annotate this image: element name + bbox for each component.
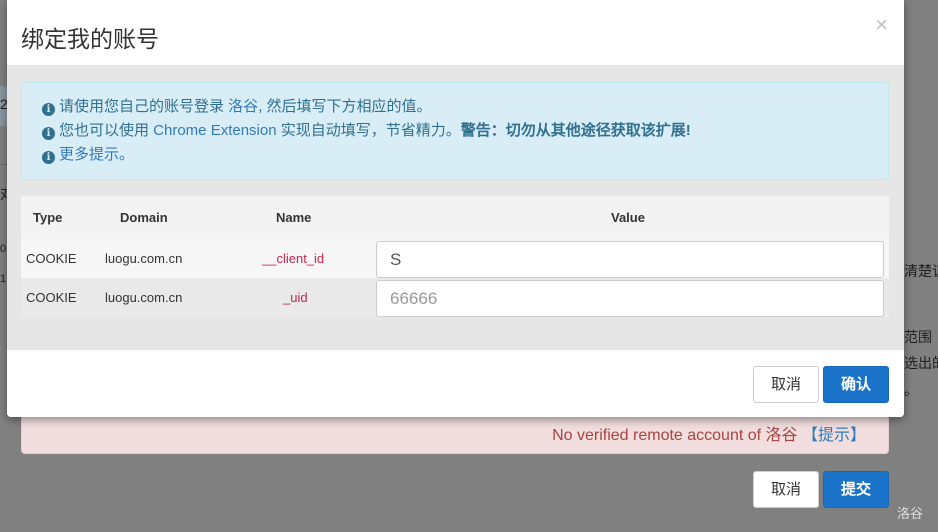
info-line: i 更多提示。 — [42, 143, 868, 167]
alert-text: No verified remote account of 洛谷 — [552, 427, 802, 444]
background-text: 。 — [904, 382, 918, 398]
alert-hint-link[interactable]: 【提示】 — [802, 427, 866, 444]
cell-type: COOKIE — [26, 251, 77, 266]
info-text: 实现自动填写，节省精力。 — [276, 122, 461, 139]
client-id-input[interactable] — [376, 241, 884, 278]
info-text: 您也可以使用 — [59, 122, 154, 139]
table-row: COOKIE luogu.com.cn _uid — [21, 278, 889, 317]
header-value: Value — [611, 210, 645, 225]
cancel-button[interactable]: 取消 — [753, 366, 819, 403]
submit-button[interactable]: 提交 — [823, 471, 889, 508]
more-tips-link[interactable]: 更多提示。 — [59, 146, 134, 163]
background-cancel-button[interactable]: 取消 — [753, 471, 819, 508]
background-fragment: 0 — [0, 243, 7, 255]
table-row: COOKIE luogu.com.cn __client_id — [21, 239, 889, 278]
chrome-extension-link[interactable]: Chrome Extension — [153, 122, 276, 139]
info-line: i 您也可以使用 Chrome Extension 实现自动填写，节省精力。警告：… — [42, 119, 868, 143]
info-text: 请使用您自己的账号登录 — [59, 98, 229, 115]
uid-input[interactable] — [376, 280, 884, 317]
modal-header: 绑定我的账号 × — [7, 0, 904, 66]
cell-domain: luogu.com.cn — [105, 290, 183, 305]
header-domain: Domain — [120, 210, 168, 225]
luogu-login-link[interactable]: 洛谷 — [228, 98, 258, 115]
footer-text: 洛谷 — [897, 506, 924, 521]
alert-message: No verified remote account of 洛谷 【提示】 — [552, 421, 866, 445]
modal-title: 绑定我的账号 — [21, 26, 159, 52]
cell-domain: luogu.com.cn — [105, 251, 183, 266]
info-text: , 然后填写下方相应的值。 — [258, 98, 432, 115]
background-text: 范围 — [904, 329, 932, 345]
background-text: 清楚该 — [904, 263, 938, 279]
info-circle-icon: i — [42, 103, 55, 116]
header-name: Name — [276, 210, 312, 225]
close-icon[interactable]: × — [875, 14, 888, 36]
background-text: 选出的 — [904, 355, 938, 371]
modal-footer: 取消 确认 — [7, 349, 904, 417]
cell-name: _uid — [283, 290, 308, 305]
bind-account-modal: 绑定我的账号 × i 请使用您自己的账号登录 洛谷, 然后填写下方相应的值。 i您… — [7, 0, 904, 417]
warning-text: 警告：切勿从其他途径获取该扩展! — [460, 122, 691, 139]
info-alert: i 请使用您自己的账号登录 洛谷, 然后填写下方相应的值。 i 您也可以使用 Chr… — [21, 82, 889, 180]
cookie-table: Type Domain Name Value COOKIE luogu.com.… — [21, 196, 889, 317]
background-fragment: 1 — [0, 273, 7, 285]
info-circle-icon: i — [42, 151, 55, 164]
header-type: Type — [33, 210, 63, 225]
confirm-button[interactable]: 确认 — [823, 366, 889, 403]
table-header: Type Domain Name Value — [21, 196, 889, 239]
info-line: i 请使用您自己的账号登录 洛谷, 然后填写下方相应的值。 — [42, 95, 868, 119]
cell-name: __client_id — [262, 251, 325, 266]
info-circle-icon: i — [42, 127, 55, 140]
cell-type: COOKIE — [26, 290, 77, 305]
modal-body: i 请使用您自己的账号登录 洛谷, 然后填写下方相应的值。 i 您也可以使用 Chr… — [7, 66, 904, 349]
